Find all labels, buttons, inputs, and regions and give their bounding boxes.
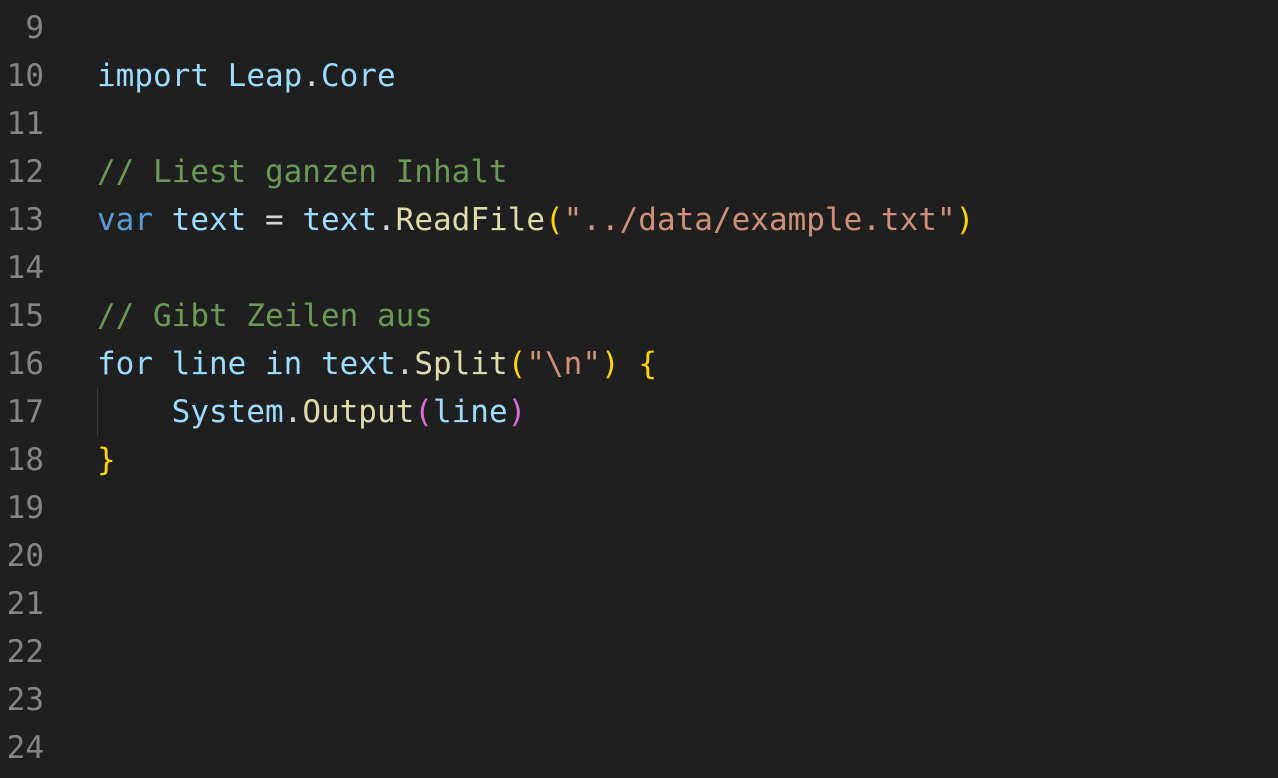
keyword-for: for <box>97 346 153 382</box>
comment-text: // Liest ganzen Inhalt <box>97 154 508 190</box>
close-paren: ) <box>955 202 975 238</box>
escape-sequence: \n <box>545 346 583 382</box>
line-number: 21 <box>6 586 44 622</box>
line-number: 12 <box>6 154 44 190</box>
string-quote: " <box>526 346 545 382</box>
line-number: 10 <box>6 58 44 94</box>
argument-name: line <box>432 394 508 430</box>
dot-operator: . <box>302 58 321 94</box>
line-number: 22 <box>6 634 44 670</box>
open-brace: { <box>638 346 658 382</box>
code-area[interactable]: import Leap.Core // Liest ganzen Inhalt … <box>97 0 1278 778</box>
open-paren: ( <box>414 394 433 430</box>
variable-name: text <box>171 202 247 238</box>
line-number: 14 <box>6 250 44 286</box>
line-number: 18 <box>6 442 44 478</box>
code-line-import[interactable]: import Leap.Core <box>97 52 396 100</box>
code-line-comment[interactable]: // Liest ganzen Inhalt <box>97 148 508 196</box>
object-name: System <box>171 394 284 430</box>
string-literal: "../data/example.txt" <box>563 202 956 238</box>
dot-operator: . <box>283 394 303 430</box>
open-paren: ( <box>544 202 564 238</box>
dot-operator: . <box>377 202 396 238</box>
string-quote: " <box>582 346 601 382</box>
line-number: 16 <box>6 346 44 382</box>
dot-operator: . <box>395 346 415 382</box>
function-name: ReadFile <box>395 202 545 238</box>
module-name: Core <box>320 58 396 94</box>
line-number: 13 <box>6 202 44 238</box>
variable-name: line <box>171 346 247 382</box>
object-name: text <box>302 202 377 238</box>
line-number: 24 <box>6 730 44 766</box>
code-line-output[interactable]: System.Output(line) <box>97 388 527 436</box>
code-editor[interactable]: 9 10 11 12 13 14 15 16 17 18 19 20 21 22… <box>0 0 1278 778</box>
line-number: 9 <box>25 10 44 46</box>
line-number: 20 <box>6 538 44 574</box>
assign-operator: = <box>265 202 284 238</box>
keyword-var: var <box>97 202 153 238</box>
function-name: Split <box>414 346 508 382</box>
code-line-readfile[interactable]: var text = text.ReadFile("../data/exampl… <box>97 196 974 244</box>
line-number: 11 <box>6 106 44 142</box>
close-paren: ) <box>507 394 527 430</box>
object-name: text <box>321 346 396 382</box>
keyword-in: in <box>265 346 303 382</box>
code-line-comment[interactable]: // Gibt Zeilen aus <box>97 292 433 340</box>
line-number: 23 <box>6 682 44 718</box>
code-line-close-brace[interactable]: } <box>97 436 116 484</box>
line-number: 19 <box>6 490 44 526</box>
keyword-import: import <box>97 58 209 94</box>
close-brace: } <box>97 442 116 478</box>
comment-text: // Gibt Zeilen aus <box>97 298 433 334</box>
line-number: 15 <box>6 298 44 334</box>
open-paren: ( <box>507 346 527 382</box>
line-number: 17 <box>6 394 44 430</box>
line-number-gutter: 9 10 11 12 13 14 15 16 17 18 19 20 21 22… <box>0 0 70 778</box>
function-name: Output <box>302 394 415 430</box>
module-name: Leap <box>227 58 303 94</box>
code-line-for[interactable]: for line in text.Split("\n") { <box>97 340 657 388</box>
close-paren: ) <box>601 346 620 382</box>
